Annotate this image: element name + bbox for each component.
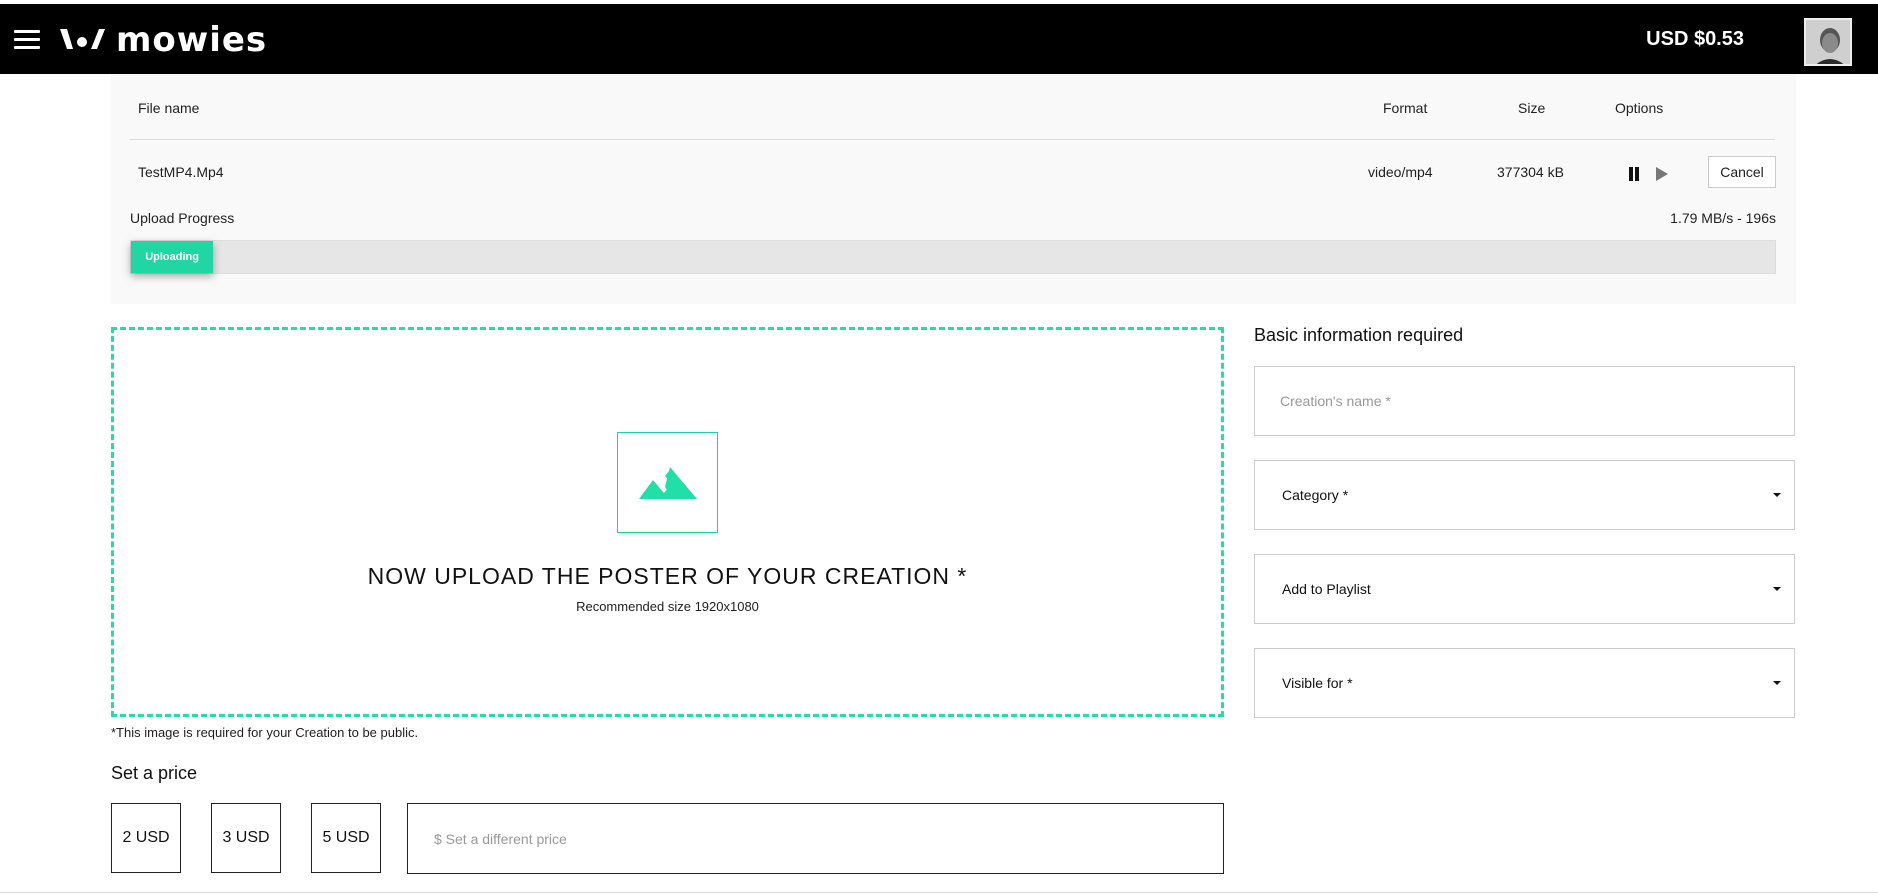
- visibility-select-label: Visible for *: [1282, 675, 1353, 691]
- top-bar: mowies USD $0.53: [0, 4, 1878, 74]
- category-select-label: Category *: [1282, 487, 1349, 503]
- custom-price-input[interactable]: [407, 803, 1224, 874]
- brand-logo[interactable]: mowies: [58, 20, 267, 60]
- avatar[interactable]: [1804, 18, 1852, 66]
- poster-icon-frame: [617, 432, 718, 533]
- upload-rate: 1.79 MB/s - 196s: [1670, 210, 1776, 226]
- price-option-3-usd[interactable]: 3 USD: [211, 803, 281, 873]
- upload-progress-bar: Uploading: [130, 240, 1776, 274]
- cancel-upload-button[interactable]: Cancel: [1708, 156, 1776, 188]
- price-option-5-usd[interactable]: 5 USD: [311, 803, 381, 873]
- mowies-logo-icon: [60, 29, 105, 49]
- creation-name-input[interactable]: [1254, 366, 1795, 436]
- brand-name: mowies: [116, 20, 268, 60]
- file-name-cell: TestMP4.Mp4: [138, 164, 224, 180]
- poster-recommended-size: Recommended size 1920x1080: [576, 599, 759, 614]
- poster-upload-title: NOW UPLOAD THE POSTER OF YOUR CREATION *: [367, 563, 968, 589]
- playlist-select-label: Add to Playlist: [1282, 581, 1371, 597]
- bottom-divider: [0, 892, 1878, 893]
- category-select[interactable]: Category *: [1254, 460, 1795, 530]
- poster-required-note: *This image is required for your Creatio…: [111, 725, 419, 740]
- visibility-select[interactable]: Visible for *: [1254, 648, 1795, 718]
- upload-panel: File name Format Size Options TestMP4.Mp…: [111, 74, 1796, 304]
- chevron-down-icon: [1773, 587, 1781, 591]
- size-cell: 377304 kB: [1497, 164, 1564, 180]
- format-cell: video/mp4: [1368, 164, 1433, 180]
- price-section-title: Set a price: [111, 763, 198, 783]
- column-header-options: Options: [1615, 100, 1664, 116]
- mountain-image-icon: [638, 466, 697, 499]
- account-balance[interactable]: USD $0.53: [1646, 28, 1744, 51]
- chevron-down-icon: [1773, 681, 1781, 685]
- upload-progress-label: Upload Progress: [130, 210, 235, 226]
- upload-progress-fill: Uploading: [131, 241, 214, 273]
- playlist-select[interactable]: Add to Playlist: [1254, 554, 1795, 624]
- play-icon[interactable]: [1654, 167, 1668, 181]
- chevron-down-icon: [1773, 493, 1781, 497]
- column-header-size: Size: [1518, 100, 1546, 116]
- basic-info-title: Basic information required: [1254, 325, 1464, 345]
- hamburger-icon[interactable]: [14, 28, 40, 50]
- header-divider: [130, 139, 1775, 140]
- column-header-format: Format: [1383, 100, 1428, 116]
- user-avatar-icon: [1806, 20, 1850, 64]
- pause-icon[interactable]: [1627, 167, 1641, 181]
- column-header-file-name: File name: [138, 100, 200, 116]
- poster-upload-dropzone[interactable]: NOW UPLOAD THE POSTER OF YOUR CREATION *…: [111, 327, 1224, 717]
- price-option-2-usd[interactable]: 2 USD: [111, 803, 181, 873]
